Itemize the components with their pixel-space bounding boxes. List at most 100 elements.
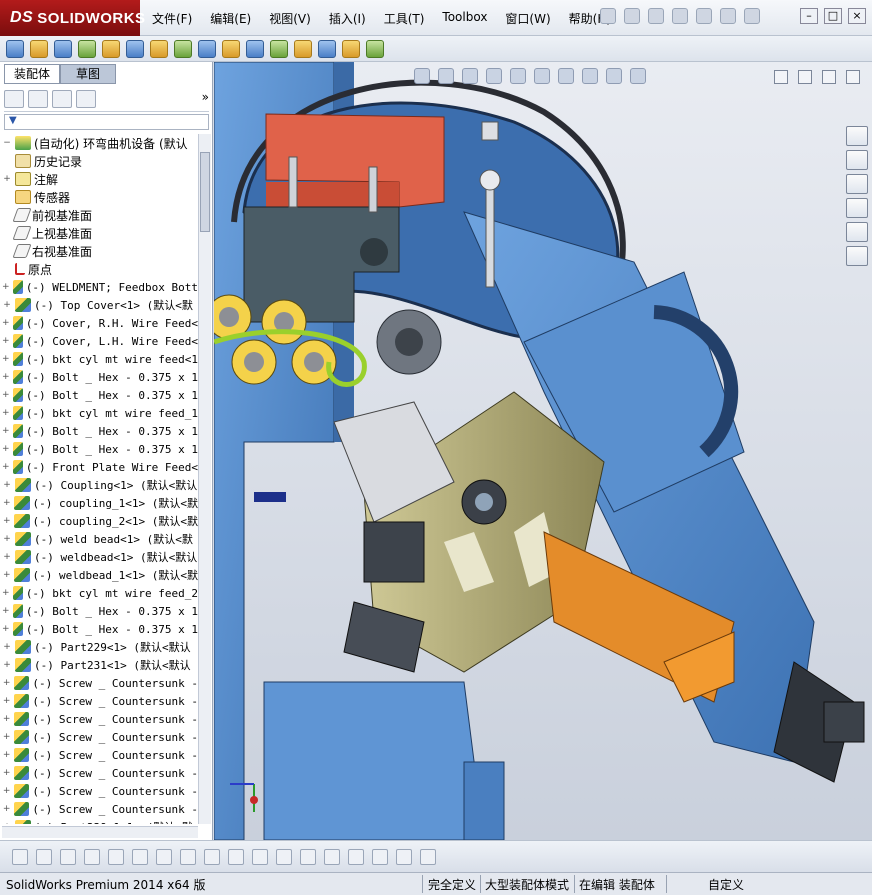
insert-component-icon[interactable] (30, 40, 48, 58)
expand-icon[interactable]: + (2, 768, 11, 778)
graphics-area[interactable] (214, 62, 872, 840)
exploded-view-icon[interactable] (270, 40, 288, 58)
home-icon[interactable] (846, 126, 868, 146)
display-mode-icon[interactable] (348, 849, 364, 865)
tree-item-component[interactable]: + (-) Top Cover<1> (默认<默 (2, 296, 198, 314)
snap-icon[interactable] (276, 849, 292, 865)
interference-detection-icon[interactable] (318, 40, 336, 58)
solidworks-logo[interactable]: DS SOLIDWORKS (0, 0, 145, 36)
design-library-icon[interactable] (846, 150, 868, 170)
tree-item-component[interactable]: + (-) Screw _ Countersunk - (2, 728, 198, 746)
tree-item-origin[interactable]: 原点 (2, 260, 198, 278)
tree-item-component[interactable]: + (-) Screw _ Countersunk - (2, 746, 198, 764)
tree-item-right-plane[interactable]: 右视基准面 (2, 242, 198, 260)
menu-file[interactable]: 文件(F) (150, 9, 194, 28)
close-viewport-button[interactable] (846, 70, 860, 84)
locator-pin[interactable] (254, 492, 286, 502)
pneumatic-cylinder[interactable] (376, 309, 442, 375)
grid-icon[interactable] (252, 849, 268, 865)
custom-properties-icon[interactable] (846, 246, 868, 266)
corner-icon[interactable] (204, 849, 220, 865)
linear-pattern-icon[interactable] (78, 40, 96, 58)
tree-item-component[interactable]: + (-) Part229<1> (默认<默认 (2, 638, 198, 656)
split-horizontal-icon[interactable] (774, 70, 788, 84)
expand-icon[interactable]: + (2, 804, 11, 814)
feature-manager-icon[interactable] (4, 90, 24, 108)
expand-icon[interactable]: + (2, 606, 10, 616)
view-orientation-icon[interactable] (510, 68, 526, 84)
expand-icon[interactable]: + (2, 462, 10, 472)
expand-icon[interactable]: + (2, 732, 11, 742)
tree-item-component[interactable]: + (-) Bolt _ Hex - 0.375 x 1 (2, 440, 198, 458)
expand-icon[interactable]: + (2, 642, 12, 652)
expand-icon[interactable]: + (2, 372, 10, 382)
reference-geometry-icon[interactable] (198, 40, 216, 58)
more-tabs-chevron-icon[interactable]: » (202, 90, 209, 111)
tile-horizontal-icon[interactable] (396, 849, 412, 865)
explode-line-sketch-icon[interactable] (294, 40, 312, 58)
edit-component-icon[interactable] (6, 40, 24, 58)
expand-icon[interactable]: + (2, 714, 11, 724)
zoom-area-icon[interactable] (438, 68, 454, 84)
expand-icon[interactable]: + (2, 750, 11, 760)
tree-item-component[interactable]: + (-) Screw _ Countersunk - (2, 674, 198, 692)
scroll-thumb[interactable] (200, 152, 210, 232)
assembly-features-icon[interactable] (174, 40, 192, 58)
instant3d-icon[interactable] (366, 40, 384, 58)
show-hidden-icon[interactable] (150, 40, 168, 58)
zoom-to-fit-icon[interactable] (414, 68, 430, 84)
print-icon[interactable] (696, 8, 712, 24)
trim-icon[interactable] (84, 849, 100, 865)
display-style-icon[interactable] (534, 68, 550, 84)
mate-icon[interactable] (54, 40, 72, 58)
move-component-icon[interactable] (126, 40, 144, 58)
mirror-icon[interactable] (156, 849, 172, 865)
menu-tools[interactable]: 工具(T) (382, 9, 427, 28)
box-icon[interactable] (300, 849, 316, 865)
new-motion-study-icon[interactable] (222, 40, 240, 58)
expand-icon[interactable]: + (2, 300, 12, 310)
expand-icon[interactable]: + (2, 480, 12, 490)
menu-insert[interactable]: 插入(I) (327, 9, 368, 28)
tree-item-component[interactable]: + (-) Cover, L.H. Wire Feed< (2, 332, 198, 350)
close-button[interactable]: × (848, 8, 866, 24)
file-explorer-icon[interactable] (846, 174, 868, 194)
tree-item-component[interactable]: + (-) weldbead_1<1> (默认<默 (2, 566, 198, 584)
bill-of-materials-icon[interactable] (246, 40, 264, 58)
new-document-icon[interactable] (624, 8, 640, 24)
expand-icon[interactable]: + (2, 408, 10, 418)
expand-icon[interactable]: + (2, 282, 10, 292)
tree-item-component[interactable]: + (-) weld bead<1> (默认<默 (2, 530, 198, 548)
tree-item-component[interactable]: + (-) Screw _ Countersunk - (2, 710, 198, 728)
menu-window[interactable]: 窗口(W) (503, 9, 552, 28)
expand-icon[interactable]: + (2, 570, 11, 580)
shaded-icon[interactable] (324, 849, 340, 865)
tree-item-component[interactable]: + (-) Cover, R.H. Wire Feed< (2, 314, 198, 332)
tree-item-component[interactable]: + (-) Screw _ Countersunk - (2, 764, 198, 782)
expand-icon[interactable]: + (2, 552, 12, 562)
hide-show-icon[interactable] (558, 68, 574, 84)
help-icon[interactable] (720, 8, 736, 24)
restore-viewport-button[interactable] (822, 70, 836, 84)
tree-item-history[interactable]: 历史记录 (2, 152, 198, 170)
expand-icon[interactable]: + (2, 588, 10, 598)
configuration-manager-icon[interactable] (52, 90, 72, 108)
expand-icon[interactable]: + (2, 678, 11, 688)
tree-filter-input[interactable]: ▼ (4, 114, 209, 130)
expand-icon[interactable]: + (2, 660, 12, 670)
tree-item-component[interactable]: + (-) Front Plate Wire Feed< (2, 458, 198, 476)
tab-assembly[interactable]: 装配体 (4, 64, 60, 84)
point-icon[interactable] (12, 849, 28, 865)
tree-item-component[interactable]: + (-) Screw _ Countersunk - (2, 800, 198, 818)
collapse-icon[interactable]: − (2, 138, 12, 148)
expand-icon[interactable]: + (2, 390, 10, 400)
expand-icon[interactable]: + (2, 498, 11, 508)
view-settings-icon[interactable] (630, 68, 646, 84)
expand-icon[interactable]: + (2, 822, 12, 824)
expand-icon[interactable]: + (2, 354, 10, 364)
tree-item-component[interactable]: + (-) Bolt _ Hex - 0.375 x 1 (2, 602, 198, 620)
menu-view[interactable]: 视图(V) (267, 9, 313, 28)
assembly-model[interactable] (214, 62, 872, 840)
tree-horizontal-scrollbar[interactable] (2, 826, 198, 838)
tree-item-front-plane[interactable]: 前视基准面 (2, 206, 198, 224)
